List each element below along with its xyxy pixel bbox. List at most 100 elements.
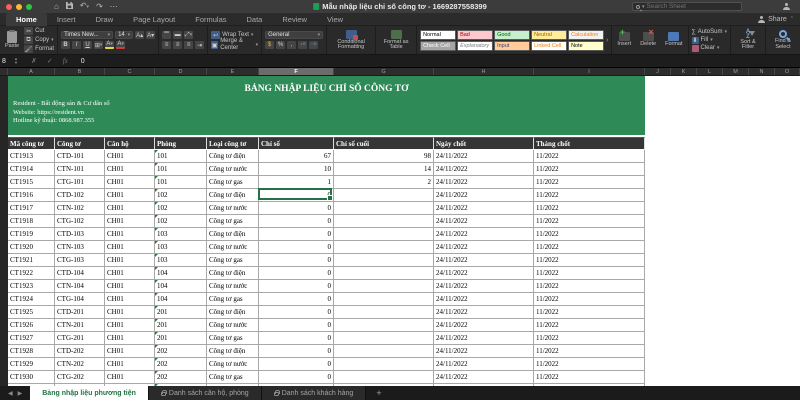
number-format-select[interactable]: General ▾: [265, 31, 324, 39]
cell[interactable]: Công tơ điện: [207, 228, 259, 241]
tab-review[interactable]: Review: [272, 13, 317, 26]
column-header-label[interactable]: Chỉ số: [259, 137, 334, 150]
cell[interactable]: CH01: [105, 371, 155, 384]
column-header-label[interactable]: Ngày chốt: [434, 137, 534, 150]
cell[interactable]: 0: [259, 293, 334, 306]
sheet-area[interactable]: BẢNG NHẬP LIỆU CHỈ SỐ CÔNG TƠ Resident -…: [0, 76, 800, 386]
search-input[interactable]: [646, 3, 737, 10]
cell[interactable]: 14: [334, 163, 434, 176]
underline-button[interactable]: U: [83, 41, 93, 49]
cell[interactable]: CTD-102: [55, 189, 105, 202]
cell[interactable]: CH01: [105, 280, 155, 293]
cell[interactable]: 98: [334, 150, 434, 163]
cell[interactable]: 0: [259, 228, 334, 241]
decrease-decimal-icon[interactable]: ⁻⁰: [309, 41, 319, 49]
column-header-A[interactable]: A: [8, 68, 55, 75]
cell[interactable]: Công tơ gas: [207, 332, 259, 345]
cell[interactable]: 103: [155, 254, 207, 267]
column-header-label[interactable]: Căn hộ: [105, 137, 155, 150]
cell[interactable]: CTN-103: [55, 241, 105, 254]
cell[interactable]: Công tơ điện: [207, 306, 259, 319]
home-icon[interactable]: ⌂: [54, 0, 59, 13]
cell[interactable]: 11/2022: [534, 241, 645, 254]
paste-button[interactable]: Paste: [3, 29, 21, 50]
column-header-label[interactable]: Công tơ: [55, 137, 105, 150]
align-left-icon[interactable]: ≡: [162, 41, 172, 49]
cell[interactable]: CT1927: [8, 332, 55, 345]
next-sheet-icon[interactable]: ▶: [18, 390, 23, 397]
cell[interactable]: 0: [259, 319, 334, 332]
cell[interactable]: CTG-103: [55, 254, 105, 267]
cell[interactable]: [334, 280, 434, 293]
format-as-table-button[interactable]: Format as Table: [379, 29, 413, 51]
cell[interactable]: CTG-101: [55, 176, 105, 189]
cell[interactable]: CH01: [105, 189, 155, 202]
cell[interactable]: [334, 189, 434, 202]
insert-function-icon[interactable]: fx: [63, 57, 68, 65]
cell[interactable]: CT1922: [8, 267, 55, 280]
column-header-M[interactable]: M: [723, 68, 749, 75]
cell[interactable]: 11/2022: [534, 150, 645, 163]
search-box[interactable]: ▾: [632, 2, 742, 11]
close-window-button[interactable]: [6, 3, 12, 10]
tab-insert[interactable]: Insert: [47, 13, 86, 26]
cell[interactable]: 11/2022: [534, 319, 645, 332]
cell[interactable]: CTD-202: [55, 345, 105, 358]
cell[interactable]: 201: [155, 319, 207, 332]
cell[interactable]: 0: [259, 371, 334, 384]
cell[interactable]: CT1924: [8, 293, 55, 306]
cell[interactable]: CTG-201: [55, 332, 105, 345]
sort-filter-button[interactable]: AZ Sort & Filter: [734, 29, 762, 51]
redo-icon[interactable]: ↷: [96, 0, 103, 13]
column-header-label[interactable]: Loại công tơ: [207, 137, 259, 150]
cell[interactable]: CTD-101: [55, 150, 105, 163]
cell[interactable]: [334, 319, 434, 332]
clear-button[interactable]: Clear ▾: [691, 44, 727, 52]
bold-button[interactable]: B: [61, 41, 71, 49]
cell[interactable]: 24/11/2022: [434, 215, 534, 228]
cell[interactable]: [334, 267, 434, 280]
cell[interactable]: 11/2022: [534, 280, 645, 293]
cell[interactable]: CT1915: [8, 176, 55, 189]
align-middle-icon[interactable]: ▬: [173, 31, 183, 39]
cell[interactable]: CT1928: [8, 345, 55, 358]
cell[interactable]: Công tơ điện: [207, 267, 259, 280]
cell[interactable]: Công tơ điện: [207, 189, 259, 202]
insert-cells-button[interactable]: Insert: [615, 30, 633, 48]
font-color-icon[interactable]: A ▾: [116, 41, 126, 49]
cell[interactable]: CH01: [105, 202, 155, 215]
cell[interactable]: CT1930: [8, 371, 55, 384]
column-header-K[interactable]: K: [671, 68, 697, 75]
cell-style-input[interactable]: Input: [494, 40, 531, 51]
cell[interactable]: 24/11/2022: [434, 267, 534, 280]
cell-style-explanatory-t-[interactable]: Explanatory T...: [457, 40, 494, 51]
cell[interactable]: 103: [155, 228, 207, 241]
cell[interactable]: 11/2022: [534, 293, 645, 306]
cell[interactable]: 24/11/2022: [434, 306, 534, 319]
cell[interactable]: CH01: [105, 332, 155, 345]
cell[interactable]: [334, 306, 434, 319]
row-headers[interactable]: [0, 76, 8, 386]
cell[interactable]: CTN-102: [55, 202, 105, 215]
cell-style-good[interactable]: Good: [494, 29, 531, 40]
formula-input[interactable]: 0: [81, 58, 85, 65]
italic-button[interactable]: I: [72, 41, 82, 49]
cell[interactable]: CTG-104: [55, 293, 105, 306]
cell[interactable]: 2: [334, 176, 434, 189]
cell[interactable]: [334, 293, 434, 306]
cell[interactable]: CH01: [105, 241, 155, 254]
cell[interactable]: CT1916: [8, 189, 55, 202]
cell[interactable]: 11/2022: [534, 189, 645, 202]
indent-icon[interactable]: ⇥: [195, 41, 205, 49]
cell-style-linked-cell[interactable]: Linked Cell: [531, 40, 568, 51]
cell[interactable]: 202: [155, 358, 207, 371]
cell[interactable]: 24/11/2022: [434, 241, 534, 254]
cell[interactable]: 67: [259, 150, 334, 163]
cell[interactable]: CTD-201: [55, 306, 105, 319]
cell[interactable]: 0: [259, 280, 334, 293]
column-header-G[interactable]: G: [334, 68, 434, 75]
column-header-J[interactable]: J: [645, 68, 671, 75]
column-header-D[interactable]: D: [155, 68, 207, 75]
cell[interactable]: 11/2022: [534, 215, 645, 228]
cell[interactable]: [334, 345, 434, 358]
